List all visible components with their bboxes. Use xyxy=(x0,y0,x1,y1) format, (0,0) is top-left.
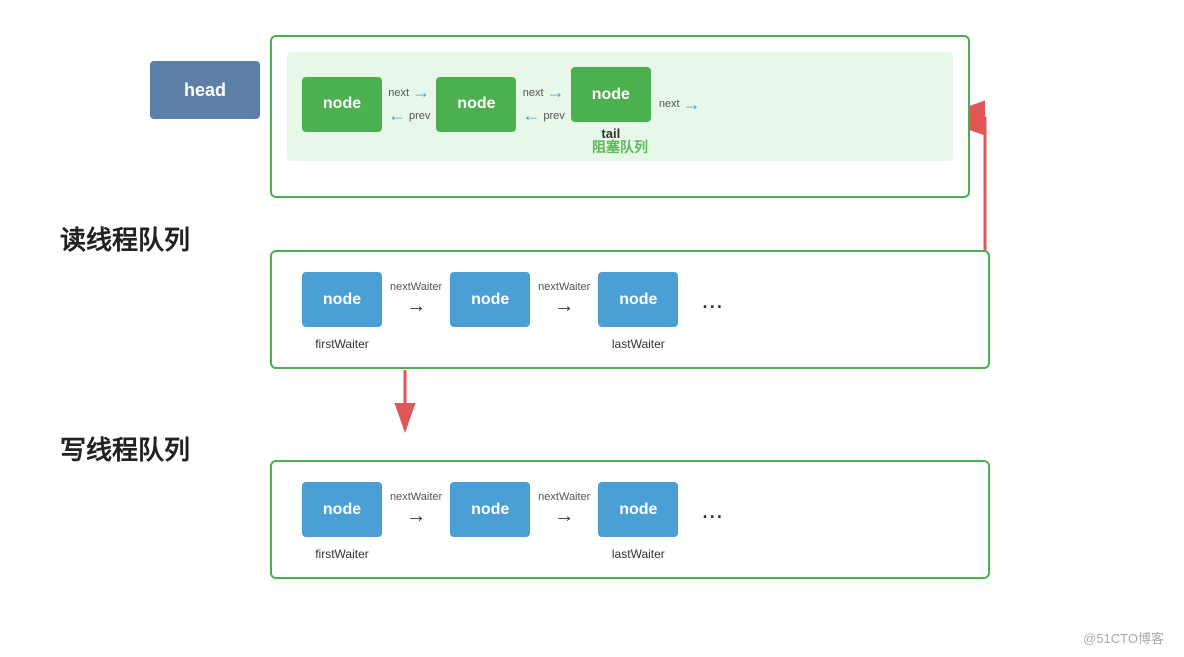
read-queue-box: node firstWaiter nextWaiter → node nextW… xyxy=(270,250,990,369)
blocking-queue-inner: node next → ← prev xyxy=(287,52,953,161)
prev-arrow-1: ← prev xyxy=(388,105,430,126)
arrows-1-2: next → ← prev xyxy=(388,82,430,126)
prev-arrow-2: ← prev xyxy=(522,105,564,126)
node-3-wrapper: node tail xyxy=(571,67,651,141)
read-title: 读线程队列 xyxy=(60,220,190,257)
right-arrow-1: → xyxy=(406,295,426,318)
write-node-1-wrapper: node firstWaiter xyxy=(302,482,382,537)
write-next-waiter-1: nextWaiter → xyxy=(390,491,442,528)
next-waiter-label-1: nextWaiter xyxy=(390,281,442,293)
write-right-arrow-2: → xyxy=(554,505,574,528)
node-1-wrapper: node xyxy=(302,77,382,132)
top-section: head node next → xyxy=(150,35,970,198)
write-next-waiter-2: nextWaiter → xyxy=(538,491,590,528)
read-queue-inner: node firstWaiter nextWaiter → node nextW… xyxy=(270,250,990,369)
write-right-arrow-1: → xyxy=(406,505,426,528)
next-waiter-2: nextWaiter → xyxy=(538,281,590,318)
read-node-3: node xyxy=(598,272,678,327)
write-node-3-wrapper: node lastWaiter xyxy=(598,482,678,537)
next-waiter-label-2: nextWaiter xyxy=(538,281,590,293)
read-node-2-wrapper: node xyxy=(450,272,530,327)
next-arrow-3: next → xyxy=(659,94,701,115)
read-dots: ... xyxy=(701,284,723,315)
watermark: @51CTO博客 xyxy=(1083,628,1164,647)
node-3-tail: node xyxy=(571,67,651,122)
node-2: node xyxy=(436,77,516,132)
right-arrow-2: → xyxy=(554,295,574,318)
read-node-1-wrapper: node firstWaiter xyxy=(302,272,382,327)
write-section: 写线程队列 xyxy=(60,430,190,467)
write-node-3: node xyxy=(598,482,678,537)
read-section: 读线程队列 xyxy=(60,220,190,267)
head-node: head xyxy=(150,61,260,119)
write-last-waiter-label: lastWaiter xyxy=(612,547,665,561)
write-node-2-wrapper: node xyxy=(450,482,530,537)
arrows-after-tail: next → xyxy=(659,94,701,115)
first-waiter-label: firstWaiter xyxy=(315,337,369,351)
read-node-3-wrapper: node lastWaiter xyxy=(598,272,678,327)
node-1: node xyxy=(302,77,382,132)
write-node-1: node xyxy=(302,482,382,537)
write-node-2: node xyxy=(450,482,530,537)
next-waiter-1: nextWaiter → xyxy=(390,281,442,318)
last-waiter-label: lastWaiter xyxy=(612,337,665,351)
main-container: head node next → xyxy=(0,0,1184,657)
read-node-2: node xyxy=(450,272,530,327)
node-2-wrapper: node xyxy=(436,77,516,132)
write-first-waiter-label: firstWaiter xyxy=(315,547,369,561)
next-arrow-1: next → xyxy=(388,82,430,103)
next-arrow-2: next → xyxy=(523,82,565,103)
inner-queue-label: 阻塞队列 xyxy=(592,137,648,157)
read-node-1: node xyxy=(302,272,382,327)
write-title: 写线程队列 xyxy=(60,430,190,467)
arrows-2-3: next → ← prev xyxy=(522,82,564,126)
left-arrow-icon: ← xyxy=(388,105,406,126)
right-arrow-icon: → xyxy=(412,82,430,103)
write-next-waiter-label-1: nextWaiter xyxy=(390,491,442,503)
write-queue-inner: node firstWaiter nextWaiter → node nextW… xyxy=(270,460,990,579)
head-label: head xyxy=(184,80,226,101)
blocking-queue-outer-box: node next → ← prev xyxy=(270,35,970,198)
write-next-waiter-label-2: nextWaiter xyxy=(538,491,590,503)
write-queue-box: node firstWaiter nextWaiter → node nextW… xyxy=(270,460,990,579)
write-dots: ... xyxy=(701,494,723,525)
